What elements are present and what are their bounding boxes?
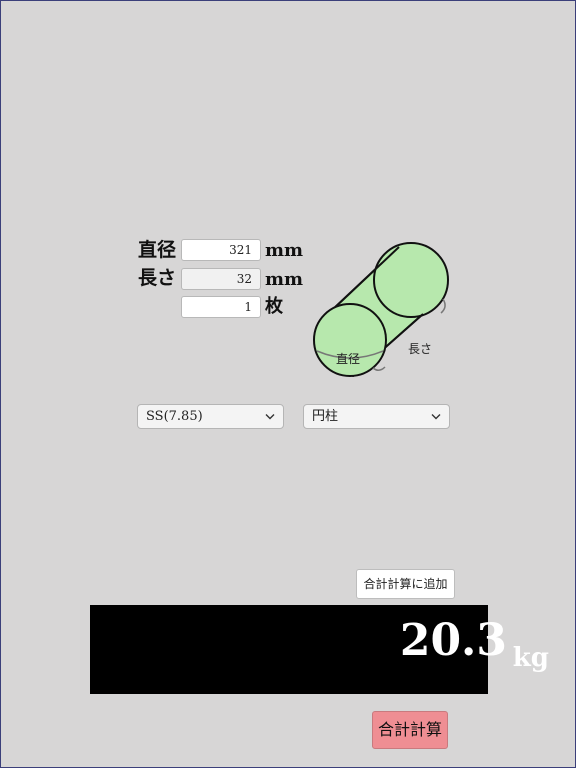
material-select-value: SS(7.85) [146,409,203,424]
length-arc [372,366,386,371]
count-input[interactable]: 1 [181,296,261,318]
material-select[interactable]: SS(7.85) [137,404,284,429]
length-unit: mm [265,269,304,290]
count-unit: 枚 [265,296,283,317]
cylinder-back-cap [373,242,449,318]
length-label: 長さ [138,267,177,289]
length-input[interactable]: 32 [181,268,261,290]
add-to-total-button[interactable]: 合計計算に追加 [356,569,455,599]
diameter-input[interactable]: 321 [181,239,261,261]
total-calc-button[interactable]: 合計計算 [372,711,448,749]
result-unit: kg [512,643,549,673]
result-value: 20.3 [399,615,507,666]
diagram-diameter-label: 直径 [336,352,360,366]
shape-select-value: 円柱 [312,409,339,424]
diagram-length-label: 長さ [408,342,432,356]
shape-select[interactable]: 円柱 [303,404,450,429]
chevron-down-icon [265,414,275,420]
cylinder-diagram: 直径 長さ [313,242,449,377]
chevron-down-icon [431,414,441,420]
diameter-label: 直径 [138,239,177,261]
diameter-unit: mm [265,240,304,261]
